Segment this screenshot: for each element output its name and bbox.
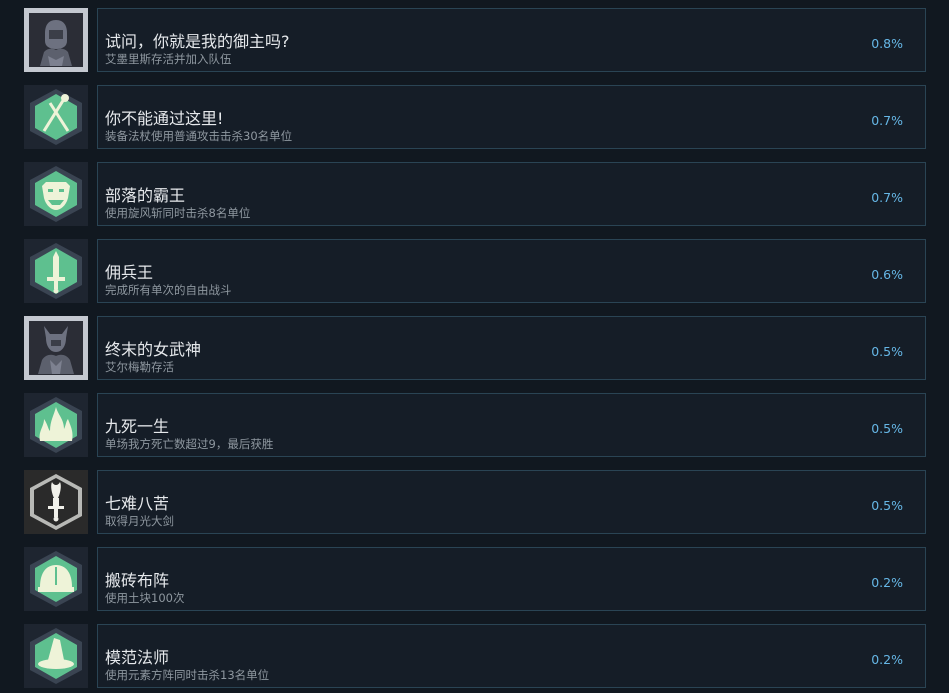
unlock-percentage: 0.2% [871,575,903,590]
flames-icon [24,393,88,457]
achievement-card: 终末的女武神 艾尔梅勒存活 0.5% [97,316,926,380]
achievement-card: 模范法师 使用元素方阵同时击杀13名单位 0.2% [97,624,926,688]
achievement-title: 佣兵王 [105,263,154,282]
unlock-percentage: 0.5% [871,421,903,436]
achievement-title: 七难八苦 [105,494,170,513]
achievement-title: 你不能通过这里! [105,109,224,128]
unlock-percentage: 0.5% [871,344,903,359]
achievement-row[interactable]: 终末的女武神 艾尔梅勒存活 0.5% [24,316,926,380]
achievement-title: 搬砖布阵 [105,571,170,590]
achievement-title: 试问，你就是我的御主吗? [105,32,290,51]
unlock-percentage: 0.7% [871,190,903,205]
achievement-card: 佣兵王 完成所有单次的自由战斗 0.6% [97,239,926,303]
valkyrie-bust-icon [24,316,88,380]
sword-icon [24,239,88,303]
achievement-card: 九死一生 单场我方死亡数超过9，最后获胜 0.5% [97,393,926,457]
achievement-row[interactable]: 试问，你就是我的御主吗? 艾墨里斯存活并加入队伍 0.8% [24,8,926,72]
achievement-description: 使用土块100次 [105,591,185,605]
moonlight-sword-icon [24,470,88,534]
unlock-percentage: 0.6% [871,267,903,282]
achievement-card: 试问，你就是我的御主吗? 艾墨里斯存活并加入队伍 0.8% [97,8,926,72]
crossed-staffs-icon [24,85,88,149]
unlock-percentage: 0.7% [871,113,903,128]
helmet-icon [24,547,88,611]
unlock-percentage: 0.5% [871,498,903,513]
achievement-title: 模范法师 [105,648,170,667]
achievement-row[interactable]: 模范法师 使用元素方阵同时击杀13名单位 0.2% [24,624,926,688]
achievement-description: 装备法杖使用普通攻击击杀30名单位 [105,129,293,143]
wizard-hat-icon [24,624,88,688]
achievement-description: 艾墨里斯存活并加入队伍 [105,52,232,66]
achievement-description: 完成所有单次的自由战斗 [105,283,232,297]
achievement-row[interactable]: 七难八苦 取得月光大剑 0.5% [24,470,926,534]
achievement-description: 使用元素方阵同时击杀13名单位 [105,668,270,682]
achievement-description: 艾尔梅勒存活 [105,360,174,374]
achievement-title: 九死一生 [105,417,170,436]
achievement-row[interactable]: 你不能通过这里! 装备法杖使用普通攻击击杀30名单位 0.7% [24,85,926,149]
unlock-percentage: 0.8% [871,36,903,51]
achievement-description: 单场我方死亡数超过9，最后获胜 [105,437,274,451]
unlock-percentage: 0.2% [871,652,903,667]
achievement-card: 搬砖布阵 使用土块100次 0.2% [97,547,926,611]
achievement-card: 七难八苦 取得月光大剑 0.5% [97,470,926,534]
achievement-title: 部落的霸王 [105,186,186,205]
achievement-card: 部落的霸王 使用旋风斩同时击杀8名单位 0.7% [97,162,926,226]
achievement-row[interactable]: 搬砖布阵 使用土块100次 0.2% [24,547,926,611]
achievement-card: 你不能通过这里! 装备法杖使用普通攻击击杀30名单位 0.7% [97,85,926,149]
achievement-title: 终末的女武神 [105,340,202,359]
achievement-row[interactable]: 部落的霸王 使用旋风斩同时击杀8名单位 0.7% [24,162,926,226]
knight-bust-icon [24,8,88,72]
achievement-description: 使用旋风斩同时击杀8名单位 [105,206,251,220]
achievement-row[interactable]: 九死一生 单场我方死亡数超过9，最后获胜 0.5% [24,393,926,457]
achievement-row[interactable]: 佣兵王 完成所有单次的自由战斗 0.6% [24,239,926,303]
orc-face-icon [24,162,88,226]
achievement-description: 取得月光大剑 [105,514,174,528]
